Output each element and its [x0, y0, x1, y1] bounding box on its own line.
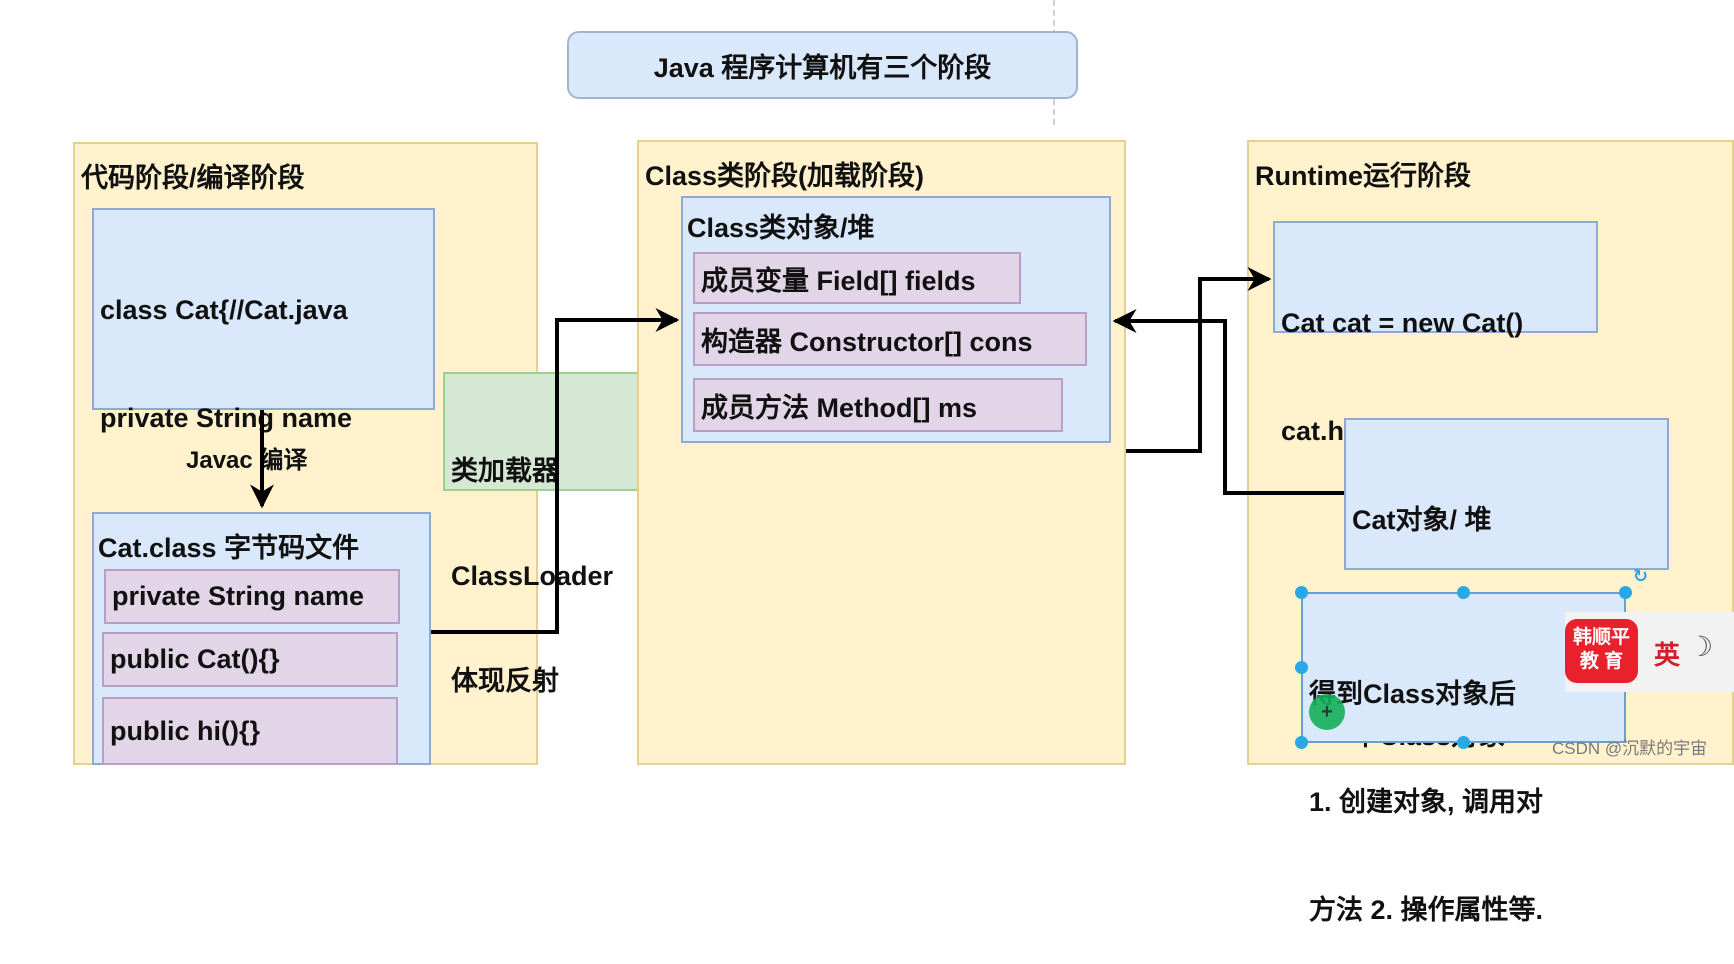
resize-handle[interactable] [1295, 586, 1308, 599]
class-member[interactable]: 成员方法 Method[] ms [693, 378, 1063, 432]
ime-logo-line: 教 育 [1579, 651, 1624, 672]
source-line: private String name [100, 403, 353, 433]
class-object-title: Class类对象/堆 [687, 213, 875, 243]
diagram-title-text: Java 程序计算机有三个阶段 [653, 52, 992, 83]
javac-compile-label: Javac 编译 [186, 447, 308, 474]
source-code-box[interactable]: class Cat{//Cat.java private String name… [92, 208, 435, 757]
note-line: 1. 创建对象, 调用对 [1309, 787, 1544, 817]
bytecode-member-text: public Cat(){} [110, 644, 280, 674]
resize-handle[interactable] [1619, 586, 1632, 599]
resize-handle[interactable] [1295, 661, 1308, 674]
bytecode-member-text: public hi(){} [110, 715, 260, 746]
classloader-line: ClassLoader [451, 561, 614, 591]
resize-handle[interactable] [1295, 736, 1308, 749]
resize-handle[interactable] [1457, 736, 1470, 749]
class-member-text: 构造器 Constructor[] cons [701, 326, 1033, 357]
bytecode-member[interactable]: public Cat(){} [102, 632, 398, 687]
ime-logo[interactable]: 韩顺平 教 育 [1565, 619, 1638, 683]
class-member-text: 成员方法 Method[] ms [701, 392, 977, 423]
cat-object-line: Cat对象/ 堆 [1352, 505, 1492, 535]
classloader-box[interactable]: 类加载器 ClassLoader 体现反射 [443, 372, 650, 696]
classloader-line: 体现反射 [451, 666, 559, 696]
rotate-handle-icon[interactable]: ↻ [1633, 566, 1648, 587]
panel-code-stage-title: 代码阶段/编译阶段 [81, 163, 305, 193]
class-member[interactable]: 构造器 Constructor[] cons [693, 312, 1087, 366]
bytecode-file-title: Cat.class 字节码文件 [98, 533, 360, 563]
cursor-icon: + [1309, 694, 1345, 730]
ime-language-toggle[interactable]: 英 [1654, 635, 1680, 672]
resize-handle[interactable] [1457, 586, 1470, 599]
panel-class-stage-title: Class类阶段(加载阶段) [645, 161, 925, 191]
panel-runtime-stage-title: Runtime运行阶段 [1255, 161, 1471, 191]
source-line: class Cat{//Cat.java [100, 295, 348, 325]
ime-logo-line: 韩顺平 [1572, 627, 1630, 648]
runtime-code-box[interactable]: Cat cat = new Cat() cat.hi() [1273, 221, 1598, 446]
diagram-title[interactable]: Java 程序计算机有三个阶段 [567, 31, 1078, 99]
note-line: 方法 2. 操作属性等. [1309, 895, 1544, 925]
cat-object-box[interactable]: Cat对象/ 堆 该对象知道他是属于哪 个Class对象 [1344, 418, 1669, 751]
watermark: CSDN @沉默的宇宙 [1552, 739, 1708, 758]
runtime-code-line: Cat cat = new Cat() [1281, 308, 1524, 338]
class-member-text: 成员变量 Field[] fields [701, 265, 976, 296]
bytecode-member-text: private String name [112, 581, 365, 611]
moon-icon[interactable]: ☽ [1688, 630, 1713, 663]
bytecode-member[interactable]: public hi(){} [102, 697, 398, 765]
classloader-line: 类加载器 [451, 456, 559, 486]
class-member[interactable]: 成员变量 Field[] fields [693, 252, 1021, 304]
bytecode-member[interactable]: private String name [104, 569, 400, 624]
